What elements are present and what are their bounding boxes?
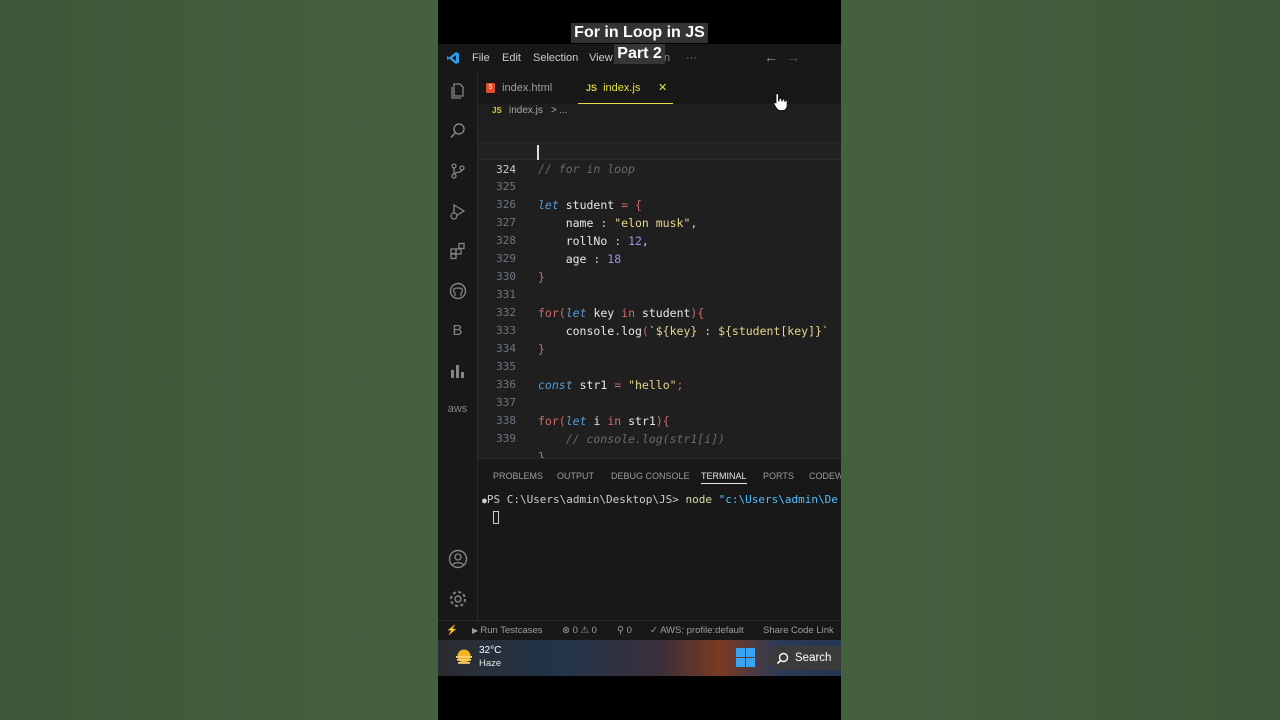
run-testcases-button[interactable]: ▶ Run Testcases bbox=[472, 621, 543, 641]
code-line: 323 // for in loop bbox=[478, 124, 841, 176]
code-line: 334 bbox=[478, 322, 841, 355]
tab-problems[interactable]: PROBLEMS bbox=[493, 469, 543, 483]
code-line: 328 age : 18 bbox=[478, 214, 841, 266]
github-icon[interactable] bbox=[438, 276, 477, 306]
aws-icon[interactable]: aws bbox=[438, 394, 477, 424]
right-background-panel bbox=[841, 0, 1280, 720]
code-line: 338 // console.log(str1[i]) bbox=[478, 394, 841, 446]
bottom-panel: PROBLEMS OUTPUT DEBUG CONSOLE TERMINAL P… bbox=[478, 458, 841, 621]
tab-index-js[interactable]: JS index.js ✕ bbox=[578, 72, 673, 104]
tab-debug-console[interactable]: DEBUG CONSOLE bbox=[611, 469, 690, 483]
js-file-icon: JS bbox=[586, 83, 598, 93]
breadcrumb-separator: > bbox=[551, 105, 557, 116]
run-debug-icon[interactable] bbox=[438, 196, 477, 226]
activity-bar: B aws bbox=[438, 72, 478, 620]
windows-start-icon[interactable] bbox=[736, 648, 756, 668]
code-line: 335 const str1 = "hello"; bbox=[478, 340, 841, 392]
code-line: 329 } bbox=[478, 232, 841, 284]
breadcrumb-rest[interactable]: ... bbox=[559, 104, 567, 118]
share-code-link[interactable]: Share Code Link bbox=[763, 621, 834, 641]
windows-taskbar: 32°C Haze Search bbox=[438, 640, 841, 676]
code-line: 325 let student = { bbox=[478, 160, 841, 212]
vscode-window: File Edit Selection View n ··· ← → B aws… bbox=[438, 44, 841, 641]
video-title-overlay: For in Loop in JS Part 2 bbox=[438, 22, 841, 64]
chart-icon[interactable] bbox=[438, 356, 477, 386]
tab-label: index.js bbox=[603, 82, 641, 94]
b-icon[interactable]: B bbox=[438, 316, 477, 346]
code-editor[interactable]: 323 // for in loop 324 325 let student =… bbox=[478, 124, 841, 464]
terminal-output[interactable]: ●PS C:\Users\admin\Desktop\JS> node "c:\… bbox=[482, 493, 838, 506]
mouse-hand-cursor-icon bbox=[773, 92, 788, 112]
tab-index-html[interactable]: 5 index.html bbox=[486, 72, 576, 104]
code-line: 333 } bbox=[478, 304, 841, 356]
tab-codew[interactable]: CODEW bbox=[809, 469, 841, 483]
search-icon bbox=[776, 646, 789, 670]
video-frame: For in Loop in JS Part 2 File Edit Selec… bbox=[438, 0, 841, 720]
code-line: 330 bbox=[478, 250, 841, 283]
left-background-panel bbox=[0, 0, 438, 720]
problems-status[interactable]: ⊗ 0 ⚠ 0 bbox=[562, 621, 597, 641]
search-icon[interactable] bbox=[438, 116, 477, 146]
terminal-cursor bbox=[493, 511, 499, 524]
code-line: 339 } bbox=[478, 412, 841, 464]
breadcrumb-file[interactable]: index.js bbox=[509, 104, 543, 118]
tab-output[interactable]: OUTPUT bbox=[557, 469, 594, 483]
code-line-current: 324 bbox=[478, 142, 841, 176]
html-file-icon: 5 bbox=[486, 83, 495, 94]
line-number: 339 bbox=[496, 432, 516, 445]
aws-profile-status[interactable]: ✓ AWS: profile:default bbox=[650, 621, 744, 641]
code-line: 327 rollNo : 12, bbox=[478, 196, 841, 248]
source-control-icon[interactable] bbox=[438, 156, 477, 186]
close-icon[interactable]: ✕ bbox=[658, 72, 667, 104]
title-line-2: Part 2 bbox=[614, 44, 665, 64]
text-cursor bbox=[537, 145, 539, 160]
run-testcases-label: Run Testcases bbox=[480, 625, 543, 636]
code-line: 332 console.log(`${key} : ${student[key]… bbox=[478, 286, 841, 338]
terminal-command: node bbox=[685, 493, 719, 506]
extensions-icon[interactable] bbox=[438, 236, 477, 266]
sun-haze-weather-icon[interactable] bbox=[454, 648, 474, 666]
code-line: 336 bbox=[478, 358, 841, 391]
status-bar: ⚡ ▶ Run Testcases ⊗ 0 ⚠ 0 ⚲ 0 ✓ AWS: pro… bbox=[438, 620, 841, 641]
tab-label: index.html bbox=[502, 82, 553, 94]
taskbar-search-box[interactable]: Search bbox=[768, 646, 841, 670]
explorer-icon[interactable] bbox=[438, 76, 477, 106]
account-icon[interactable] bbox=[438, 544, 477, 574]
code-text: // console.log(str1[i]) bbox=[538, 432, 725, 446]
js-file-icon: JS bbox=[492, 106, 502, 115]
terminal-prompt: PS C:\Users\admin\Desktop\JS> bbox=[486, 493, 686, 506]
ports-status[interactable]: ⚲ 0 bbox=[617, 621, 632, 641]
code-line: 326 name : "elon musk", bbox=[478, 178, 841, 230]
settings-gear-icon[interactable] bbox=[438, 584, 477, 614]
tab-terminal[interactable]: TERMINAL bbox=[701, 469, 747, 484]
code-line: 331 for(let key in student){ bbox=[478, 268, 841, 320]
code-line: 337 for(let i in str1){ bbox=[478, 376, 841, 428]
title-line-1: For in Loop in JS bbox=[571, 23, 708, 43]
terminal-argument: "c:\Users\admin\De bbox=[718, 493, 838, 506]
search-label: Search bbox=[795, 652, 832, 664]
tab-ports[interactable]: PORTS bbox=[763, 469, 794, 483]
remote-icon[interactable]: ⚡ bbox=[446, 621, 458, 641]
weather-temperature[interactable]: 32°C bbox=[479, 645, 501, 656]
weather-condition[interactable]: Haze bbox=[479, 658, 501, 669]
